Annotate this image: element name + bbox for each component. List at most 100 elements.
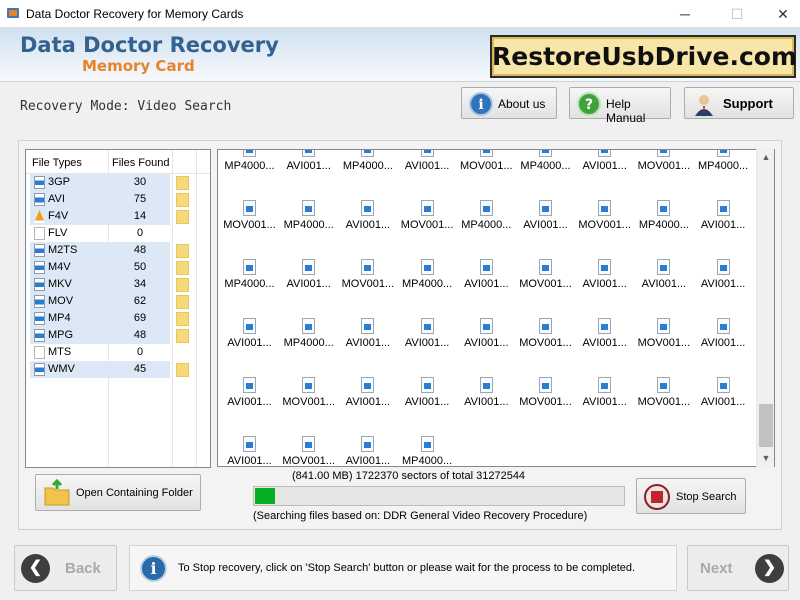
recovered-file-item[interactable]: MOV001...: [220, 192, 279, 251]
recovered-file-item[interactable]: AVI001...: [220, 369, 279, 428]
file-type-row[interactable]: AVI 75: [26, 191, 210, 208]
recovered-file-item[interactable]: AVI001...: [457, 251, 516, 310]
recovered-file-item[interactable]: AVI001...: [575, 150, 634, 192]
recovered-file-item[interactable]: AVI001...: [338, 369, 397, 428]
recovered-file-item[interactable]: MOV001...: [516, 310, 575, 369]
recovered-file-item[interactable]: MOV001...: [634, 310, 693, 369]
recovered-file-item[interactable]: AVI001...: [634, 251, 693, 310]
recovered-file-item[interactable]: MOV001...: [516, 251, 575, 310]
file-type-row[interactable]: WMV 45: [26, 361, 210, 378]
help-manual-label: Help Manual: [606, 97, 646, 125]
open-containing-folder-button[interactable]: Open Containing Folder: [35, 474, 201, 511]
about-us-button[interactable]: i About us: [461, 87, 557, 119]
file-type-label: WMV: [48, 363, 75, 375]
recovered-file-item[interactable]: AVI001...: [694, 310, 753, 369]
recovered-file-item[interactable]: MP4000...: [694, 150, 753, 192]
recovered-file-name: AVI001...: [464, 396, 509, 408]
recovered-file-item[interactable]: AVI001...: [694, 369, 753, 428]
next-button[interactable]: Next ❯: [687, 545, 789, 591]
file-type-row[interactable]: 3GP 30: [26, 174, 210, 191]
folder-icon: [176, 278, 189, 292]
file-type-row[interactable]: FLV 0: [26, 225, 210, 242]
recovered-file-item[interactable]: MP4000...: [457, 192, 516, 251]
recovered-file-item[interactable]: MP4000...: [398, 251, 457, 310]
recovered-file-item[interactable]: MOV001...: [279, 428, 338, 466]
recovered-file-item[interactable]: MP4000...: [279, 310, 338, 369]
recovered-file-item[interactable]: MP4000...: [220, 150, 279, 192]
recovered-file-item[interactable]: AVI001...: [575, 369, 634, 428]
recovered-file-item[interactable]: MP4000...: [634, 192, 693, 251]
file-type-label: FLV: [48, 227, 68, 239]
back-label: Back: [65, 560, 101, 577]
file-type-row[interactable]: MP4 69: [26, 310, 210, 327]
recovered-file-item[interactable]: MP4000...: [516, 150, 575, 192]
stop-icon: [644, 484, 670, 510]
file-type-row[interactable]: MPG 48: [26, 327, 210, 344]
recovered-file-item[interactable]: MOV001...: [338, 251, 397, 310]
scroll-down-icon[interactable]: ▼: [757, 450, 775, 467]
recovered-file-item[interactable]: AVI001...: [220, 310, 279, 369]
recovered-file-item[interactable]: MP4000...: [279, 192, 338, 251]
file-type-name: WMV: [30, 361, 110, 378]
file-type-row[interactable]: M4V 50: [26, 259, 210, 276]
recovered-file-item[interactable]: AVI001...: [338, 428, 397, 467]
recovered-file-item[interactable]: MOV001...: [398, 192, 457, 251]
close-button[interactable]: ✕: [760, 0, 800, 28]
video-file-icon: [302, 377, 316, 393]
recovered-file-item[interactable]: MP4000...: [338, 150, 397, 192]
video-file-icon: [716, 318, 730, 334]
file-type-row[interactable]: F4V 14: [26, 208, 210, 225]
recovered-file-name: AVI001...: [700, 337, 746, 349]
scroll-thumb[interactable]: [759, 404, 773, 447]
file-type-row[interactable]: M2TS 48: [26, 242, 210, 259]
recovered-file-item[interactable]: AVI001...: [457, 310, 516, 369]
recovered-file-item[interactable]: AVI001...: [398, 369, 457, 428]
about-us-label: About us: [498, 97, 546, 111]
recovered-file-item[interactable]: AVI001...: [398, 150, 457, 192]
recovered-file-item[interactable]: MOV001...: [457, 150, 516, 192]
recovered-file-item[interactable]: AVI001...: [457, 369, 516, 428]
maximize-button[interactable]: ☐: [714, 0, 760, 28]
recovered-file-item[interactable]: AVI001...: [279, 251, 338, 310]
recovered-file-item[interactable]: AVI001...: [398, 310, 457, 369]
recovered-file-item[interactable]: AVI001...: [575, 310, 634, 369]
file-type-row[interactable]: MOV 62: [26, 293, 210, 310]
stop-search-button[interactable]: Stop Search: [636, 478, 746, 514]
recovered-file-item[interactable]: AVI001...: [575, 251, 634, 310]
scan-sectors-label: sectors: [401, 470, 437, 482]
recovered-file-item[interactable]: AVI001...: [220, 428, 279, 466]
recovered-file-item[interactable]: AVI001...: [279, 150, 338, 192]
video-file-icon: [716, 150, 730, 157]
file-type-row[interactable]: MKV 34: [26, 276, 210, 293]
file-type-row[interactable]: MTS 0: [26, 344, 210, 361]
minimize-button[interactable]: ─: [662, 0, 708, 28]
help-manual-button[interactable]: ? Help Manual: [569, 87, 671, 125]
recovered-file-item[interactable]: AVI001...: [338, 310, 397, 369]
recovered-file-name: AVI001...: [345, 455, 391, 467]
recovered-file-item[interactable]: MOV001...: [279, 369, 338, 428]
recovered-file-item[interactable]: AVI001...: [694, 251, 753, 310]
file-type-name: M2TS: [30, 242, 110, 259]
recovered-file-item[interactable]: MOV001...: [575, 192, 634, 251]
recovered-file-name: AVI001...: [345, 219, 391, 231]
results-scrollbar[interactable]: ▲ ▼: [756, 149, 774, 467]
search-method-label: (Searching files based on: DDR General V…: [253, 510, 588, 522]
recovered-file-item[interactable]: MOV001...: [516, 369, 575, 428]
recovered-file-item[interactable]: AVI001...: [516, 192, 575, 251]
video-file-icon: [539, 259, 552, 275]
recovered-file-item[interactable]: MOV001...: [634, 369, 693, 428]
recovered-file-item[interactable]: MOV001...: [634, 150, 693, 192]
folder-icon: [44, 479, 70, 506]
next-label: Next: [700, 560, 733, 577]
support-button[interactable]: Support: [684, 87, 794, 119]
recovered-file-item[interactable]: AVI001...: [338, 192, 397, 251]
recovered-file-item[interactable]: AVI001...: [694, 192, 753, 251]
recovered-file-item[interactable]: MP4000...: [220, 251, 279, 310]
results-grid[interactable]: MP4000... AVI001... MP4000... AVI001... MOV0…: [217, 149, 775, 467]
recovered-file-item[interactable]: MP4000...: [398, 428, 457, 466]
scroll-up-icon[interactable]: ▲: [757, 149, 775, 166]
back-button[interactable]: ❮ Back: [14, 545, 117, 591]
file-type-count: 48: [110, 327, 170, 344]
recovered-file-name: MOV001...: [578, 219, 631, 231]
file-type-count: 0: [136, 227, 144, 239]
